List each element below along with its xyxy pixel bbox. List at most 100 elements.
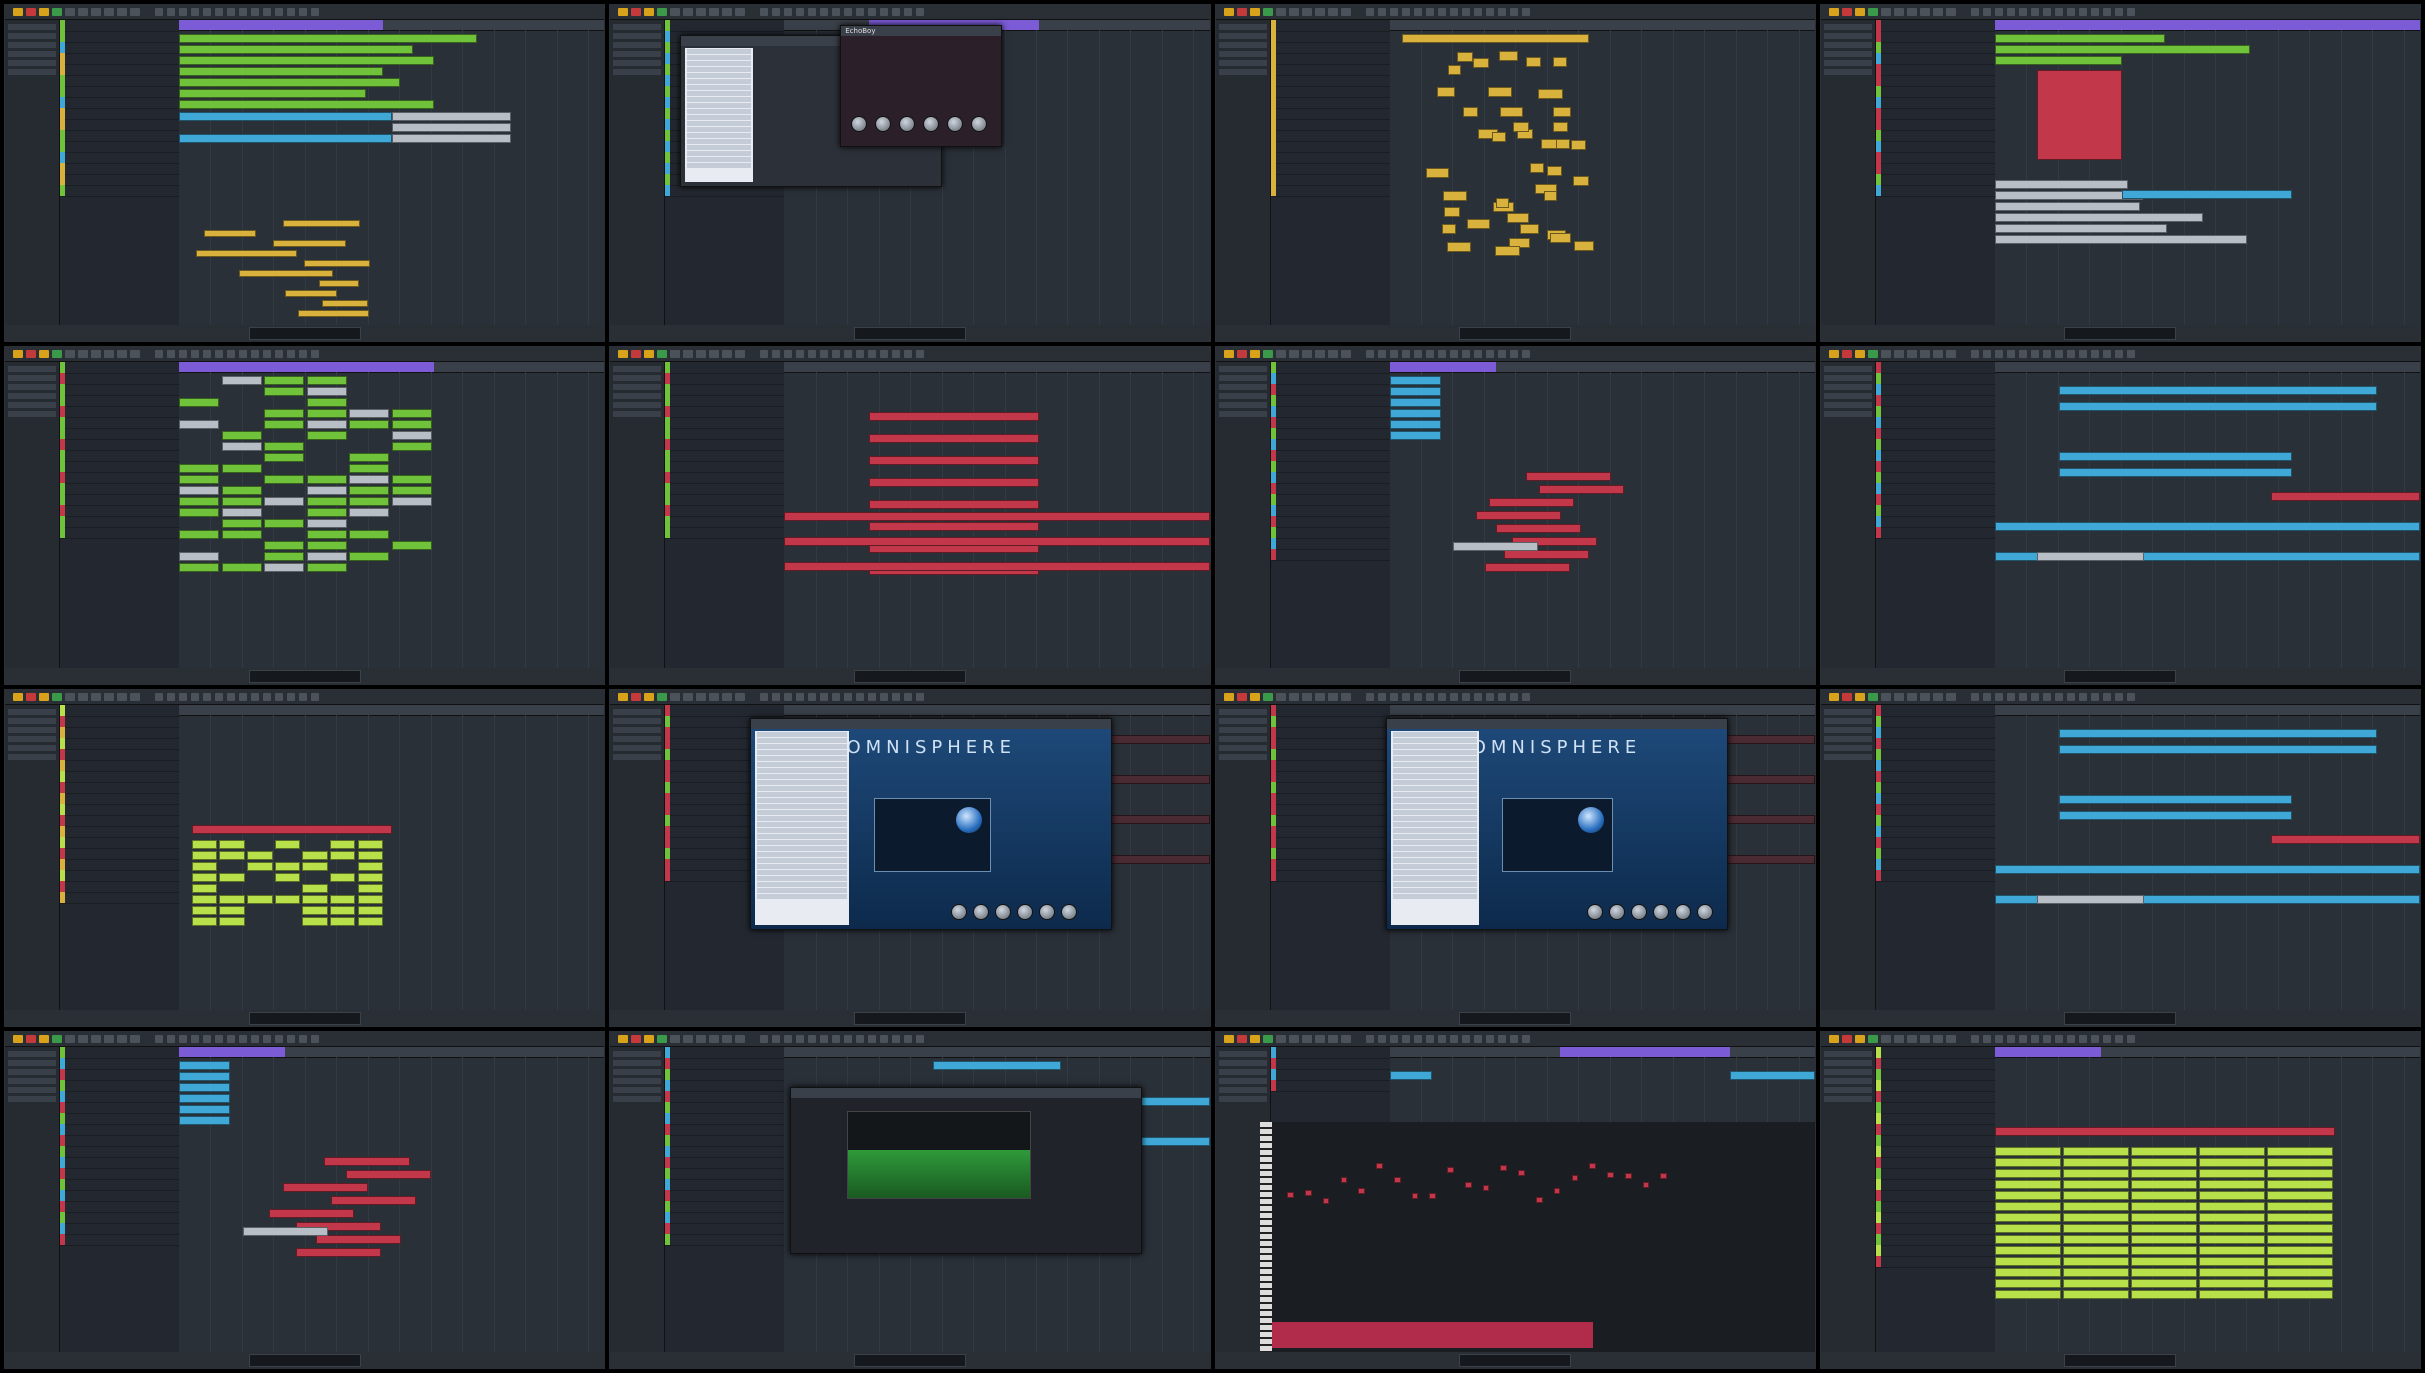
toolbar-tool-icon[interactable] (1449, 350, 1458, 359)
toolbar-tool-icon[interactable] (844, 8, 853, 16)
event[interactable] (179, 398, 220, 408)
toolbar-tool-icon[interactable] (167, 1034, 175, 1043)
patch-item[interactable] (1392, 809, 1477, 815)
cubase-panel-10[interactable]: OMNISPHERE (609, 688, 1211, 1027)
omnisphere-window[interactable]: OMNISPHERE (1385, 717, 1728, 930)
cubase-panel-12[interactable] (1819, 688, 2421, 1027)
event[interactable] (1994, 1157, 2061, 1167)
toolbar-button[interactable] (65, 350, 75, 359)
toolbar-tool-icon[interactable] (155, 1034, 163, 1043)
event[interactable] (2062, 1190, 2129, 1200)
event[interactable] (306, 486, 347, 496)
toolbar-tool-icon[interactable] (179, 8, 187, 16)
event[interactable] (2062, 1256, 2129, 1266)
toolbar-tool-icon[interactable] (820, 8, 829, 16)
track-list[interactable] (59, 362, 180, 668)
toolbar-button[interactable] (104, 8, 114, 16)
patch-item[interactable] (757, 869, 847, 875)
event[interactable] (195, 250, 297, 257)
toolbar-button[interactable] (1340, 692, 1351, 701)
toolbar-tool-icon[interactable] (1461, 8, 1470, 16)
event[interactable] (349, 508, 390, 518)
inspector-row[interactable] (8, 69, 56, 75)
plugin-knob[interactable] (947, 116, 964, 132)
inspector-row[interactable] (613, 42, 662, 48)
event[interactable] (191, 824, 392, 834)
toolbar-tool-icon[interactable] (2126, 8, 2135, 16)
toolbar-tool-icon[interactable] (1461, 350, 1470, 359)
toolbar-tool-icon[interactable] (1413, 1034, 1422, 1043)
toolbar-button[interactable] (1249, 8, 1260, 16)
event[interactable] (1482, 1185, 1490, 1192)
toolbar-tool-icon[interactable] (1413, 692, 1422, 701)
inspector-row[interactable] (8, 42, 56, 48)
event[interactable] (1389, 376, 1441, 386)
event[interactable] (2130, 1289, 2197, 1299)
toolbar-button[interactable] (91, 8, 101, 16)
patch-item[interactable] (1392, 815, 1477, 821)
toolbar-button[interactable] (1919, 1034, 1930, 1043)
event[interactable] (784, 562, 1210, 572)
track-row[interactable] (1874, 185, 1995, 197)
preset-item[interactable] (687, 85, 751, 90)
toolbar-button[interactable] (1867, 350, 1878, 359)
event[interactable] (349, 409, 390, 419)
inspector-row[interactable] (1218, 411, 1267, 418)
plugin-knob[interactable] (851, 116, 868, 132)
inspector-row[interactable] (1823, 384, 1872, 391)
toolbar-button[interactable] (1932, 350, 1943, 359)
toolbar-tool-icon[interactable] (1485, 692, 1494, 701)
event[interactable] (2130, 1157, 2197, 1167)
toolbar-tool-icon[interactable] (1994, 8, 2003, 16)
event[interactable] (2266, 1179, 2333, 1189)
event[interactable] (869, 478, 1040, 488)
toolbar-tool-icon[interactable] (880, 8, 889, 16)
toolbar-tool-icon[interactable] (772, 692, 781, 701)
inspector-row[interactable] (8, 51, 56, 57)
synth-knob[interactable] (1652, 903, 1669, 920)
toolbar-button[interactable] (709, 1034, 720, 1043)
toolbar-tool-icon[interactable] (2102, 350, 2111, 359)
toolbar-tool-icon[interactable] (1365, 8, 1374, 16)
cubase-panel-14[interactable] (609, 1030, 1211, 1369)
event[interactable] (1994, 56, 2123, 65)
toolbar-button[interactable] (52, 8, 62, 16)
toolbar-button[interactable] (1249, 350, 1260, 359)
toolbar-button[interactable] (1854, 1034, 1865, 1043)
toolbar-tool-icon[interactable] (1521, 1034, 1530, 1043)
event[interactable] (1540, 138, 1558, 149)
track-row[interactable] (59, 527, 179, 540)
toolbar-button[interactable] (13, 692, 23, 701)
event[interactable] (1571, 1174, 1579, 1181)
cubase-panel-13[interactable] (4, 1030, 606, 1369)
patch-item[interactable] (1392, 887, 1477, 893)
event[interactable] (1441, 223, 1457, 234)
event[interactable] (349, 552, 390, 562)
event[interactable] (285, 290, 337, 297)
toolbar-tool-icon[interactable] (820, 692, 829, 701)
event[interactable] (264, 497, 305, 507)
preset-item[interactable] (687, 49, 751, 54)
event[interactable] (1624, 1172, 1632, 1179)
event-display[interactable] (1994, 20, 2420, 326)
inspector-row[interactable] (1823, 375, 1872, 382)
event[interactable] (274, 839, 301, 849)
toolbar-button[interactable] (1906, 692, 1917, 701)
toolbar-tool-icon[interactable] (299, 350, 307, 359)
event[interactable] (1322, 1197, 1330, 1204)
event[interactable] (247, 861, 273, 871)
event[interactable] (2198, 1245, 2265, 1255)
event[interactable] (391, 420, 433, 430)
toolbar-button[interactable] (13, 1034, 23, 1043)
toolbar-tool-icon[interactable] (784, 1034, 793, 1043)
cubase-panel-6[interactable] (609, 346, 1211, 685)
inspector-row[interactable] (1218, 1077, 1267, 1084)
toolbar-button[interactable] (52, 692, 62, 701)
toolbar-tool-icon[interactable] (2066, 8, 2075, 16)
toolbar-tool-icon[interactable] (2114, 350, 2123, 359)
inspector-row[interactable] (8, 411, 56, 418)
toolbar-tool-icon[interactable] (215, 350, 223, 359)
toolbar-button[interactable] (1288, 692, 1299, 701)
toolbar-tool-icon[interactable] (2102, 1034, 2111, 1043)
toolbar-tool-icon[interactable] (251, 1034, 259, 1043)
